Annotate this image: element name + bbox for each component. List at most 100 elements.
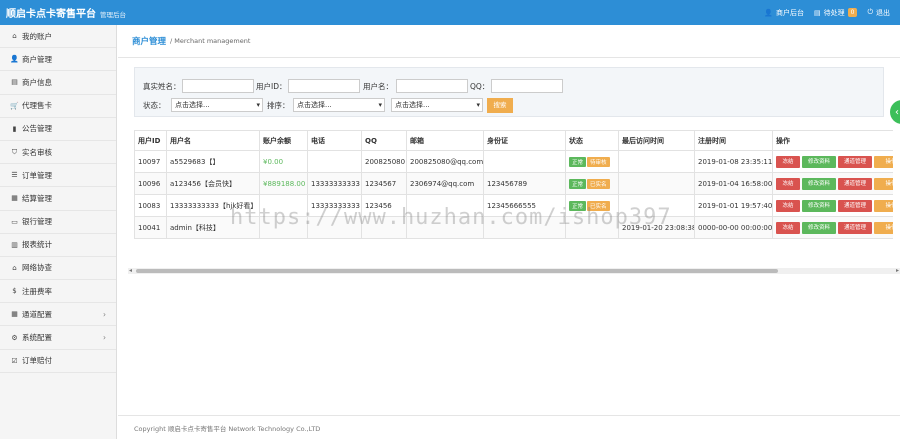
cell-balance [259,194,308,217]
sidebar-item-1[interactable]: 👤 商户管理 [0,48,116,72]
logout-label: 退出 [876,8,890,17]
action-button-1[interactable]: 修改资料 [802,177,836,190]
cell-username: a123456【会员快】 [166,172,260,195]
action-button-3[interactable]: 操作 [874,177,893,190]
sidebar-item-label: 商户信息 [22,77,52,87]
table-row: 10041 admin【科技】 2019-01-20 23:08:38 0000-00… [134,216,893,239]
cell-username: 13333333333【hjk好看】 [166,194,260,217]
cell-idcard: 123456789 [483,172,566,195]
sidebar-item-6[interactable]: ☰ 订单管理 [0,164,116,188]
sidebar-item-4[interactable]: ▮ 公告管理 [0,118,116,141]
page-title: 商户管理 [132,37,167,47]
cell-username: admin【科技】 [166,216,260,239]
page-header: 商户管理 / Merchant management [118,25,900,58]
scrollbar-thumb[interactable] [136,269,778,273]
brand-title[interactable]: 顺启卡点卡寄售平台 管理后台 [0,5,126,20]
cell-status [565,216,619,239]
pending-link[interactable]: ▤ 待处理 0 [814,8,858,18]
action-button-0[interactable]: 冻结 [776,155,800,168]
sidebar-item-0[interactable]: ⌂ 我的账户 [0,25,116,49]
shield-icon: ⛉ [11,147,18,156]
sidebar-item-8[interactable]: ▭ 银行管理 [0,211,116,234]
chevron-left-icon: ‹ [895,106,899,118]
action-button-2[interactable]: 通道管理 [838,177,872,190]
sidebar-item-3[interactable]: 🛒 代理售卡 [0,95,116,118]
sidebar-item-14[interactable]: ☑ 订单赔付 [0,350,116,373]
sidebar-item-label: 报表统计 [22,240,52,250]
action-button-1[interactable]: 修改资料 [802,155,836,168]
qq-label: QQ： [470,82,490,91]
cell-email: 2306974@qq.com [406,172,484,195]
cell-reg-time: 2019-01-04 16:58:00 [694,172,773,195]
action-button-0[interactable]: 冻结 [776,199,800,212]
action-button-2[interactable]: 通道管理 [838,221,872,234]
sidebar-item-label: 订单赔付 [22,356,52,366]
cell-qq [361,216,407,239]
id-card-icon: ▤ [11,78,18,87]
sort-select[interactable]: 点击选择... [293,98,385,112]
action-button-3[interactable]: 操作 [874,221,893,234]
pending-label: 待处理 [823,8,845,17]
column-header: 用户名 [166,130,260,151]
checkbox-icon: ☑ [11,356,18,365]
brand-name: 顺启卡点卡寄售平台 [6,9,96,20]
column-header: 用户ID [134,130,167,151]
action-button-3[interactable]: 操作 [874,199,893,212]
horizontal-scrollbar[interactable]: ◂ ▸ [128,267,900,274]
cell-qq: 200825080 [361,150,407,173]
status-tag: 已实名 [587,200,610,211]
cell-status: 正常 待审核 [565,150,619,173]
power-icon: ⏻ [867,8,873,16]
sort-order-select[interactable]: 点击选择... [391,98,483,112]
cell-last-visit [618,150,695,173]
column-header: 最后访问时间 [618,130,695,151]
status-tag: 正常 [569,156,587,167]
brand-subtitle: 管理后台 [100,11,126,19]
logout-link[interactable]: ⏻ 退出 [867,8,890,18]
column-header: 电话 [307,130,362,151]
sidebar-item-label: 公告管理 [22,124,52,134]
sidebar-item-7[interactable]: ▦ 结算管理 [0,187,116,211]
filter-panel: 真实姓名： 用户ID： 用户名： QQ： 状态： 点击选择... 排序： 点击选… [134,67,884,117]
qq-input[interactable] [491,79,563,93]
cell-username: a5529683【】 [166,150,260,173]
column-header: 状态 [565,130,619,151]
sidebar-item-13[interactable]: ⚙ 系统配置 › [0,326,116,350]
userid-input[interactable] [288,79,360,93]
username-input[interactable] [396,79,468,93]
sidebar-item-label: 订单管理 [22,170,52,180]
sidebar-item-2[interactable]: ▤ 商户信息 [0,71,116,95]
sidebar: ⌂ 我的账户 👤 商户管理 ▤ 商户信息 🛒 代理售卡 ▮ 公告管理 ⛉ 实名审核 ☰ 订单管理 ▦ 结算管理… [0,25,117,439]
search-button[interactable]: 搜索 [487,98,513,113]
cell-idcard [483,150,566,173]
action-button-1[interactable]: 修改资料 [802,221,836,234]
user-icon: 👤 [10,55,19,64]
column-header: 注册时间 [694,130,773,151]
sidebar-item-11[interactable]: $ 注册费率 [0,280,116,304]
breadcrumb: / Merchant management [170,37,251,45]
realname-label: 真实姓名： [143,82,181,91]
cell-actions: 冻结修改资料通道管理操作 [772,194,893,217]
sidebar-item-5[interactable]: ⛉ 实名审核 [0,141,116,165]
status-select[interactable]: 点击选择... [171,98,263,112]
action-button-0[interactable]: 冻结 [776,221,800,234]
pending-badge: 0 [847,8,858,17]
scroll-right-icon[interactable]: ▸ [896,267,899,274]
action-button-0[interactable]: 冻结 [776,177,800,190]
merchant-backend-link[interactable]: 👤 商户后台 [764,8,804,18]
cell-phone [307,216,362,239]
action-button-1[interactable]: 修改资料 [802,199,836,212]
action-button-2[interactable]: 通道管理 [838,155,872,168]
sidebar-item-10[interactable]: ⌂ 网络协查 [0,257,116,281]
cell-last-visit [618,172,695,195]
sidebar-item-label: 注册费率 [22,286,52,296]
scroll-left-icon[interactable]: ◂ [129,267,132,274]
sidebar-item-12[interactable]: ▦ 通道配置 › [0,303,116,327]
action-button-3[interactable]: 操作 [874,155,893,168]
table-row: 10083 13333333333【hjk好看】 13333333333 123456… [134,194,893,217]
action-button-2[interactable]: 通道管理 [838,199,872,212]
cell-actions: 冻结修改资料通道管理操作 [772,150,893,173]
realname-input[interactable] [182,79,254,93]
sidebar-item-9[interactable]: ▥ 报表统计 [0,234,116,257]
cell-phone [307,150,362,173]
